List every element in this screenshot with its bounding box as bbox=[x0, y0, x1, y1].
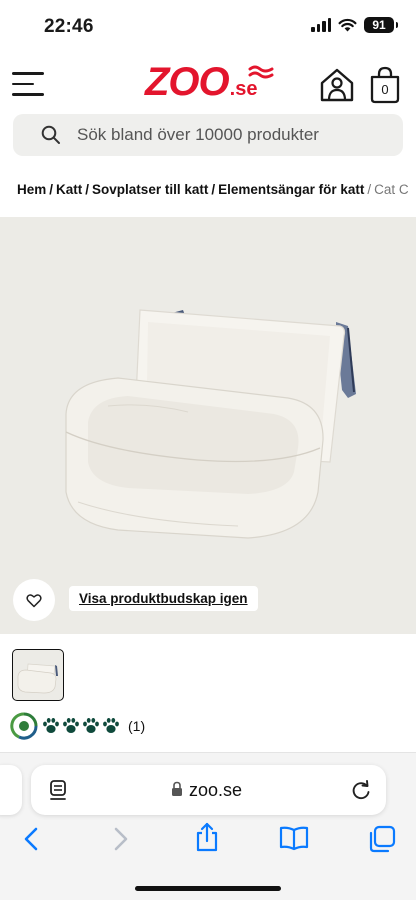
breadcrumb-item-elementsangar[interactable]: Elementsängar för katt bbox=[218, 182, 364, 197]
rating-paws bbox=[42, 717, 120, 735]
show-product-message-button[interactable]: Visa produktbudskap igen bbox=[69, 586, 258, 611]
previous-tab-preview[interactable] bbox=[0, 765, 22, 815]
logo-text: ZOO bbox=[145, 60, 230, 104]
url-text: zoo.se bbox=[189, 780, 243, 800]
breadcrumb-current: Cat C bbox=[374, 182, 409, 197]
home-icon[interactable] bbox=[318, 66, 356, 104]
paw-icon bbox=[83, 718, 99, 733]
share-icon[interactable] bbox=[194, 821, 220, 853]
page-menu-icon[interactable] bbox=[49, 779, 69, 801]
paw-icon bbox=[103, 718, 119, 733]
back-icon[interactable] bbox=[22, 825, 40, 853]
cellular-signal-icon bbox=[311, 18, 331, 32]
browser-bottom-bar: zoo.se bbox=[0, 752, 416, 900]
search-icon bbox=[41, 125, 60, 144]
browser-toolbar bbox=[0, 822, 416, 865]
rating-count: (1) bbox=[128, 718, 146, 734]
eco-badge bbox=[8, 710, 40, 742]
favorite-button[interactable] bbox=[13, 579, 55, 621]
breadcrumb: Hem / Katt / Sovplatser till katt / Elementsän… bbox=[17, 182, 409, 197]
search-input[interactable]: Sök bland över 10000 produkter bbox=[13, 114, 403, 156]
status-time: 22:46 bbox=[44, 16, 94, 37]
logo-waves-icon bbox=[248, 65, 274, 79]
cart-button[interactable]: 0 bbox=[368, 66, 402, 104]
product-thumbnail[interactable] bbox=[12, 649, 64, 701]
wifi-icon bbox=[338, 18, 357, 32]
address-bar[interactable]: zoo.se bbox=[31, 765, 386, 815]
thumbnail-image bbox=[17, 663, 58, 694]
menu-icon[interactable] bbox=[12, 72, 48, 100]
paw-icon bbox=[43, 718, 59, 733]
paw-icon bbox=[63, 718, 79, 733]
battery-indicator: 91 bbox=[364, 17, 398, 33]
breadcrumb-item-sovplatser[interactable]: Sovplatser till katt bbox=[92, 182, 208, 197]
cart-count: 0 bbox=[381, 82, 389, 97]
status-bar: 22:46 91 bbox=[0, 0, 416, 52]
tabs-icon[interactable] bbox=[367, 825, 397, 853]
search-placeholder: Sök bland över 10000 produkter bbox=[77, 125, 319, 144]
lock-icon bbox=[172, 781, 182, 796]
product-rating[interactable]: (1) bbox=[8, 710, 145, 742]
recycle-icon bbox=[10, 712, 38, 740]
forward-icon[interactable] bbox=[112, 825, 130, 853]
product-image-gallery[interactable]: Visa produktbudskap igen bbox=[0, 217, 416, 634]
bookmarks-icon[interactable] bbox=[278, 825, 310, 851]
product-image bbox=[65, 309, 356, 539]
breadcrumb-item-hem[interactable]: Hem bbox=[17, 182, 46, 197]
breadcrumb-item-katt[interactable]: Katt bbox=[56, 182, 82, 197]
zoo-logo[interactable]: ZOO .se bbox=[145, 60, 274, 104]
status-icons: 91 bbox=[311, 17, 398, 33]
site-header: ZOO .se 0 bbox=[0, 52, 416, 118]
heart-icon bbox=[26, 593, 42, 607]
home-indicator bbox=[135, 886, 281, 891]
reload-icon[interactable] bbox=[350, 779, 372, 801]
